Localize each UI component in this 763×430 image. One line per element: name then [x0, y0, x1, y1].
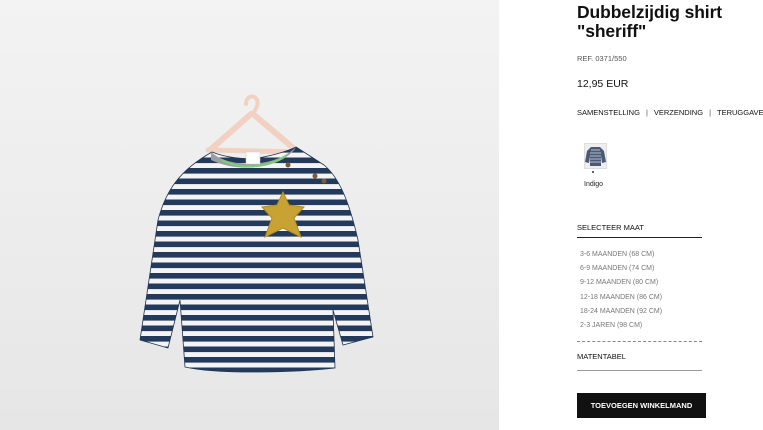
size-option[interactable]: 2-3 JAREN (98 CM) — [580, 321, 662, 335]
composition-link[interactable]: SAMENSTELLING — [577, 108, 640, 117]
product-image — [0, 0, 499, 430]
hanger — [205, 94, 303, 155]
divider — [577, 370, 702, 371]
shipping-link[interactable]: VERZENDING — [654, 108, 703, 117]
color-name: Indigo — [584, 181, 604, 188]
product-reference: REF. 0371/550 — [577, 54, 627, 63]
divider — [577, 341, 702, 342]
divider — [577, 237, 702, 238]
shirt-thumbnail-icon — [585, 147, 606, 166]
returns-link[interactable]: TERUGGAVE — [717, 108, 763, 117]
shirt-body — [139, 146, 374, 373]
info-links: SAMENSTELLING | VERZENDING | TERUGGAVE — [577, 108, 763, 117]
product-title-line1: Dubbelzijdig shirt — [577, 2, 723, 22]
size-option[interactable]: 9-12 MAANDEN (80 CM) — [580, 278, 662, 292]
add-to-cart-button[interactable]: TOEVOEGEN WINKELMAND — [577, 393, 706, 418]
product-title-line2: "sheriff" — [577, 21, 647, 41]
size-option[interactable]: 3-6 MAANDEN (68 CM) — [580, 250, 662, 264]
striped-shirt-illustration — [139, 94, 374, 373]
product-title: Dubbelzijdig shirt "sheriff" — [577, 3, 757, 41]
selected-indicator — [592, 171, 594, 173]
size-list: 3-6 MAANDEN (68 CM) 6-9 MAANDEN (74 CM) … — [580, 250, 662, 335]
size-option[interactable]: 18-24 MAANDEN (92 CM) — [580, 307, 662, 321]
link-separator: | — [709, 108, 712, 117]
size-option[interactable]: 6-9 MAANDEN (74 CM) — [580, 264, 662, 278]
size-heading: SELECTEER MAAT — [577, 223, 644, 232]
product-price: 12,95 EUR — [577, 78, 629, 90]
size-chart-link[interactable]: MATENTABEL — [577, 352, 626, 361]
size-option[interactable]: 12-18 MAANDEN (86 CM) — [580, 293, 662, 307]
color-swatch-indigo[interactable] — [584, 143, 607, 169]
link-separator: | — [645, 108, 648, 117]
